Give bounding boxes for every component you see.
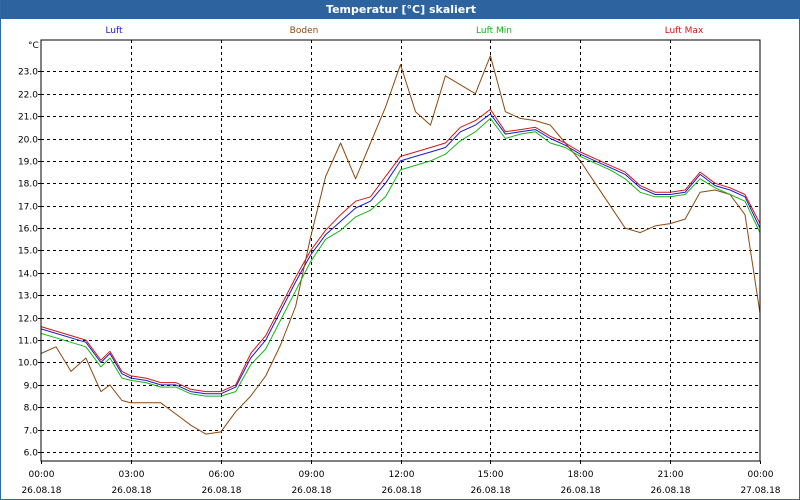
x-tick-time-label: 00:00 xyxy=(29,470,55,480)
plot-frame xyxy=(40,39,761,462)
y-tick-label: 9.0 xyxy=(24,382,39,392)
legend-item-luft-max: Luft Max xyxy=(665,26,704,36)
series-line-luft-max xyxy=(40,108,761,393)
y-tick-label: 7.0 xyxy=(24,427,39,437)
y-tick-label: 16.0 xyxy=(18,225,38,235)
y-tick-label: 17.0 xyxy=(18,203,38,213)
legend-layer: Luft Boden Luft Min Luft Max xyxy=(105,26,704,36)
series-layer xyxy=(40,55,761,435)
x-tick-time-label: 21:00 xyxy=(658,470,684,480)
y-tick-label: 12.0 xyxy=(18,315,38,325)
y-tick-label: 21.0 xyxy=(18,113,38,123)
y-tick-label: 10.0 xyxy=(18,359,38,369)
y-tick-label: 15.0 xyxy=(18,247,38,257)
temperature-chart: 6.0 7.0 8.0 9.0 10.0 11.0 12.0 13.0 14.0 15.0 16.0… xyxy=(18,26,781,496)
chart-window: Temperatur [°C] skaliert 6.0 7.0 8.0 9.0 10.… xyxy=(0,0,800,500)
legend-item-luft: Luft xyxy=(105,26,123,36)
series-line-luft-min xyxy=(40,117,761,397)
y-tick-label: 11.0 xyxy=(18,337,38,347)
x-tick-date-label: 27.08.18 xyxy=(740,486,780,496)
y-tick-label: 22.0 xyxy=(18,91,38,101)
x-tick-time-label: 03:00 xyxy=(119,470,145,480)
series-line-boden xyxy=(40,55,761,435)
y-tick-label: 18.0 xyxy=(18,180,38,190)
x-tick-time-label: 06:00 xyxy=(209,470,235,480)
grid-layer xyxy=(41,40,760,461)
x-tick-date-label: 26.08.18 xyxy=(650,486,690,496)
x-tick-date-label: 26.08.18 xyxy=(21,486,61,496)
x-tick-date-label: 26.08.18 xyxy=(111,486,151,496)
x-tick-time-label: 18:00 xyxy=(568,470,594,480)
x-tick-date-label: 26.08.18 xyxy=(201,486,241,496)
y-tick-label: 20.0 xyxy=(18,136,38,146)
y-tick-label: 19.0 xyxy=(18,158,38,168)
x-tick-time-label: 09:00 xyxy=(299,470,325,480)
x-tick-time-label: 00:00 xyxy=(748,470,774,480)
x-tick-time-label: 12:00 xyxy=(389,470,415,480)
x-tick-date-label: 26.08.18 xyxy=(470,486,510,496)
x-tick-date-label: 26.08.18 xyxy=(560,486,600,496)
legend-item-boden: Boden xyxy=(290,26,319,36)
y-tick-label: 23.0 xyxy=(18,68,38,78)
legend-item-luft-min: Luft Min xyxy=(476,26,512,36)
x-tick-date-label: 26.08.18 xyxy=(381,486,421,496)
y-tick-label: 8.0 xyxy=(24,404,39,414)
y-tick-label: 6.0 xyxy=(24,449,39,459)
y-tick-label: 13.0 xyxy=(18,292,38,302)
axis-layer: 6.0 7.0 8.0 9.0 10.0 11.0 12.0 13.0 14.0 15.0 16.0… xyxy=(18,41,781,496)
y-tick-label: 14.0 xyxy=(18,270,38,280)
x-tick-time-label: 15:00 xyxy=(478,470,504,480)
y-axis-unit-label: °C xyxy=(28,41,39,51)
x-tick-date-label: 26.08.18 xyxy=(291,486,331,496)
